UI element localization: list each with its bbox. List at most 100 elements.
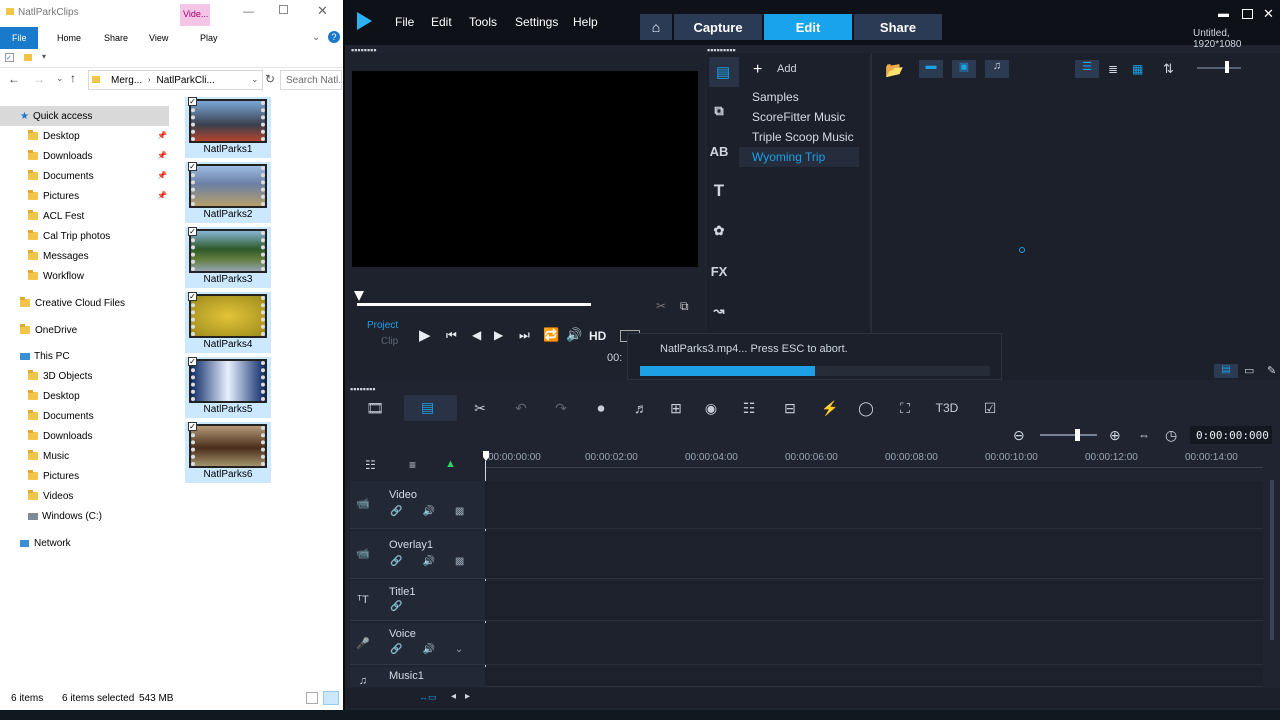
volume-icon[interactable]: 🔊	[422, 506, 434, 517]
menu-tools[interactable]: Tools	[469, 15, 497, 29]
copy-icon[interactable]: ⧉	[680, 299, 689, 314]
details-view-icon[interactable]	[306, 692, 318, 704]
file-item[interactable]: ✓ NatlParks1	[185, 97, 271, 158]
help-icon[interactable]: ?	[328, 31, 340, 43]
checkbox[interactable]: ✓	[188, 162, 197, 171]
menu-help[interactable]: Help	[573, 15, 598, 29]
customize-qat-icon[interactable]: ▾	[42, 52, 46, 61]
title-category-icon[interactable]: T	[705, 180, 733, 202]
repeat-icon[interactable]: 🔁	[543, 327, 559, 343]
large-icons-view-icon[interactable]	[323, 691, 339, 705]
tab-file[interactable]: File	[0, 27, 38, 49]
drag-handle-icon[interactable]: ▪▪▪▪▪▪▪▪	[350, 384, 376, 394]
up-arrow-icon[interactable]: ↑	[70, 71, 76, 85]
nav-pc-documents[interactable]: Documents	[28, 406, 94, 426]
3d-title-editor-icon[interactable]: T3D	[932, 397, 962, 419]
refresh-icon[interactable]: ↻	[265, 72, 275, 86]
auto-music-icon[interactable]: ⊞	[663, 397, 689, 419]
track-header-music[interactable]: ♫ Music1	[350, 667, 485, 687]
file-item[interactable]: ✓ NatlParks5	[185, 357, 271, 418]
nav-this-pc[interactable]: This PC	[20, 346, 70, 366]
drag-handle-icon[interactable]: ▪▪▪▪▪▪▪▪	[351, 45, 377, 55]
tab-home[interactable]: Home	[57, 33, 81, 43]
link-icon[interactable]: 🔗	[390, 644, 402, 655]
minimize-button[interactable]: ▬	[1218, 8, 1229, 20]
link-icon[interactable]: 🔗	[390, 506, 402, 517]
address-dropdown-icon[interactable]: ⌄	[251, 74, 259, 85]
nav-messages[interactable]: Messages	[28, 246, 89, 266]
add-folder-button[interactable]: Add	[777, 63, 797, 75]
zoom-in-icon[interactable]: ⊕	[1109, 427, 1121, 444]
project-timecode[interactable]: 0:00:00:000	[1190, 426, 1272, 444]
chevron-down-icon[interactable]: ⌄	[455, 644, 463, 655]
graphics-category-icon[interactable]: ✿	[705, 220, 733, 242]
layout-icon[interactable]: ▭	[1244, 364, 1254, 377]
file-item[interactable]: ✓ NatlParks4	[185, 292, 271, 353]
import-folder-icon[interactable]: 📂	[885, 61, 904, 79]
previous-frame-icon[interactable]: ◀	[472, 328, 481, 342]
clip-mode-label[interactable]: Clip	[381, 336, 398, 347]
zoom-out-icon[interactable]: ⊖	[1013, 427, 1025, 444]
track-lane-video[interactable]	[485, 481, 1263, 529]
next-frame-icon[interactable]: ▶	[494, 328, 503, 342]
library-folder[interactable]: Samples	[739, 87, 859, 107]
close-button[interactable]: ✕	[1263, 6, 1274, 22]
chapter-marker-icon[interactable]: ▲	[445, 458, 456, 470]
project-mode-label[interactable]: Project	[367, 320, 398, 331]
file-item[interactable]: ✓ NatlParks3	[185, 227, 271, 288]
maximize-button[interactable]	[279, 5, 288, 14]
library-folder[interactable]: Triple Scoop Music	[739, 127, 859, 147]
checkbox[interactable]: ✓	[188, 227, 197, 236]
checkbox[interactable]: ✓	[188, 292, 197, 301]
library-folder[interactable]: ScoreFitter Music	[739, 107, 859, 127]
details-view-icon[interactable]: ≣	[1108, 62, 1118, 76]
undo-icon[interactable]: ↶	[508, 397, 534, 419]
play-icon[interactable]: ▶	[419, 326, 431, 344]
scroll-left-icon[interactable]: ◂	[451, 691, 456, 702]
timeline-view-button[interactable]: ▤	[404, 395, 457, 421]
thumbnail-size-handle[interactable]	[1225, 61, 1229, 73]
sort-icon[interactable]: ⇅	[1163, 61, 1174, 77]
checkbox[interactable]: ✓	[188, 422, 197, 431]
file-item[interactable]: ✓ NatlParks2	[185, 162, 271, 223]
breadcrumb-part[interactable]: Merg...	[111, 75, 142, 86]
list-view-button[interactable]: ☰	[1075, 60, 1099, 78]
grid-icon[interactable]: ▩	[455, 506, 464, 517]
nav-workflow[interactable]: Workflow	[28, 266, 84, 286]
media-category-button[interactable]: ▤	[709, 57, 739, 87]
address-bar[interactable]: Merg... › NatlParkCli... ⌄	[88, 70, 263, 90]
pan-zoom-icon[interactable]: ⛶	[892, 397, 918, 419]
track-lane-overlay[interactable]	[485, 531, 1263, 579]
search-input[interactable]: Search Natl...	[280, 70, 342, 90]
nav-quick-access[interactable]: ★ Quick access	[0, 106, 169, 126]
thumbnail-size-slider[interactable]	[1197, 67, 1241, 69]
menu-settings[interactable]: Settings	[515, 15, 558, 29]
close-button[interactable]: ✕	[317, 3, 328, 19]
nav-desktop[interactable]: Desktop	[28, 126, 80, 146]
nav-pc-desktop[interactable]: Desktop	[28, 386, 80, 406]
split-screen-icon[interactable]: ☑	[977, 397, 1003, 419]
library-folder-selected[interactable]: Wyoming Trip	[739, 147, 859, 167]
transition-category-icon[interactable]: ⧉	[705, 100, 733, 122]
motion-tracking-icon[interactable]: ◉	[698, 397, 724, 419]
track-header-title[interactable]: ᵀT Title1 🔗	[350, 581, 485, 621]
tab-share[interactable]: Share	[104, 33, 128, 43]
nav-3d-objects[interactable]: 3D Objects	[28, 366, 92, 386]
tab-share[interactable]: Share	[854, 14, 942, 40]
nav-pictures[interactable]: Pictures	[28, 186, 79, 206]
link-icon[interactable]: 🔗	[390, 556, 402, 567]
nav-pc-pictures[interactable]: Pictures	[28, 466, 79, 486]
grid-icon[interactable]: ▩	[455, 556, 464, 567]
multi-camera-icon[interactable]: ⊟	[777, 397, 803, 419]
tools-icon[interactable]: ✂	[467, 397, 493, 419]
nav-downloads[interactable]: Downloads	[28, 146, 92, 166]
drag-handle-icon[interactable]: ▪▪▪▪▪▪▪▪▪	[707, 45, 736, 55]
nav-pc-downloads[interactable]: Downloads	[28, 426, 92, 446]
minimize-button[interactable]: —	[243, 6, 254, 18]
nav-windows-c[interactable]: Windows (C:)	[28, 506, 102, 526]
tab-view[interactable]: View	[149, 33, 168, 43]
track-lane-title[interactable]	[485, 581, 1263, 621]
checkbox[interactable]: ✓	[188, 97, 197, 106]
video-tools-tab[interactable]: Vide...	[180, 4, 210, 26]
redo-icon[interactable]: ↷	[548, 397, 574, 419]
